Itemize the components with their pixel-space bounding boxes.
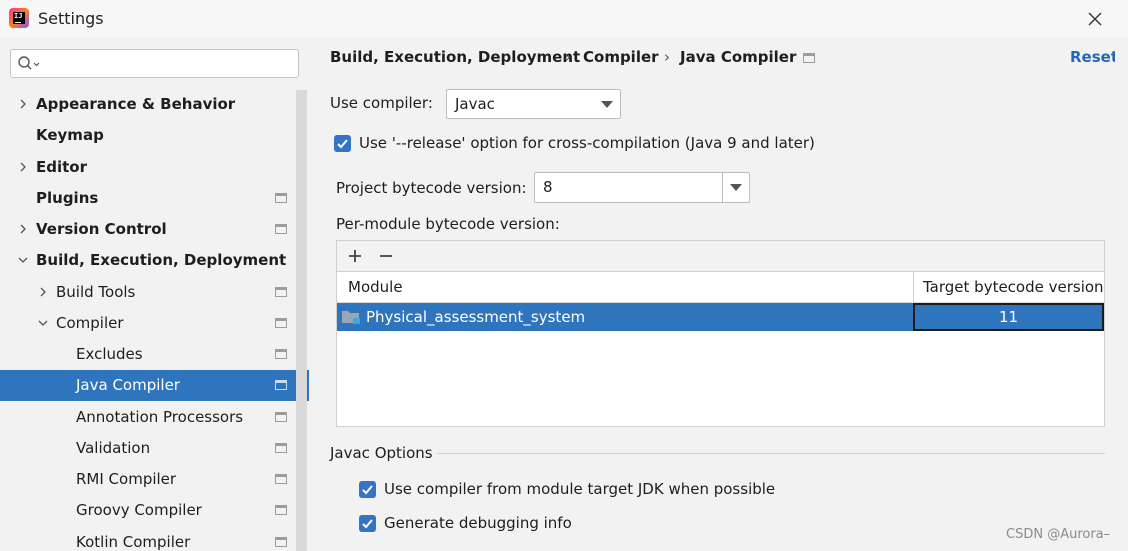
- sidebar-item-label: Kotlin Compiler: [76, 533, 191, 551]
- sidebar-item-kotlin-compiler[interactable]: Kotlin Compiler: [0, 527, 296, 551]
- sidebar-item-label: Annotation Processors: [76, 408, 244, 426]
- sidebar-item-label: Compiler: [56, 314, 124, 332]
- sidebar-item-java-compiler[interactable]: Java Compiler: [0, 370, 309, 401]
- add-icon[interactable]: [345, 246, 365, 266]
- breadcrumb-item[interactable]: Compiler: [583, 48, 659, 66]
- sidebar-item-label: RMI Compiler: [76, 470, 177, 488]
- settings-sidebar: Appearance & Behavior Keymap Editor Plug…: [0, 38, 309, 551]
- module-name-cell[interactable]: Physical_assessment_system: [366, 303, 585, 331]
- sidebar-item-plugins[interactable]: Plugins: [0, 183, 296, 214]
- sidebar-item-label: Build Tools: [56, 283, 136, 301]
- use-module-jdk-label: Use compiler from module target JDK when…: [384, 480, 776, 498]
- sidebar-scrollbar[interactable]: [296, 90, 307, 551]
- combo-divider: [722, 173, 723, 202]
- checkbox-checked-icon[interactable]: [359, 515, 376, 532]
- close-icon: [1088, 12, 1102, 26]
- content-scrollbar[interactable]: [1115, 38, 1128, 551]
- sidebar-item-version-control[interactable]: Version Control: [0, 214, 296, 245]
- sidebar-item-label: Keymap: [36, 126, 104, 144]
- sidebar-item-build-tools[interactable]: Build Tools: [0, 277, 296, 308]
- breadcrumb-separator: ›: [565, 48, 571, 66]
- chevron-right-icon[interactable]: [18, 224, 28, 234]
- sidebar-item-excludes[interactable]: Excludes: [0, 339, 296, 370]
- sidebar-item-label: Java Compiler: [76, 376, 180, 394]
- checkbox-checked-icon[interactable]: [359, 481, 376, 498]
- window-title: Settings: [38, 9, 104, 28]
- sidebar-item-label: Excludes: [76, 345, 143, 363]
- use-compiler-value: Javac: [455, 95, 495, 113]
- settings-content: Build, Execution, Deployment › Compiler …: [309, 38, 1128, 551]
- target-bytecode-cell[interactable]: 11: [913, 303, 1104, 331]
- project-bytecode-label: Project bytecode version:: [336, 179, 527, 197]
- search-input[interactable]: [45, 53, 295, 74]
- sidebar-item-label: Plugins: [36, 189, 99, 207]
- sidebar-item-label: Appearance & Behavior: [36, 95, 236, 113]
- checkbox-checked-icon[interactable]: [334, 135, 351, 152]
- debug-info-label: Generate debugging info: [384, 514, 572, 532]
- sidebar-item-validation[interactable]: Validation: [0, 433, 296, 464]
- project-settings-icon: [275, 443, 287, 453]
- sidebar-item-build-execution-deployment[interactable]: Build, Execution, Deployment: [0, 245, 296, 276]
- project-settings-icon: [803, 53, 815, 63]
- project-settings-icon: [275, 537, 287, 547]
- project-settings-icon: [275, 505, 287, 515]
- sidebar-item-label: Editor: [36, 158, 87, 176]
- project-settings-icon: [275, 412, 287, 422]
- sidebar-item-annotation-processors[interactable]: Annotation Processors: [0, 402, 296, 433]
- sidebar-item-label: Version Control: [36, 220, 167, 238]
- sidebar-item-appearance-behavior[interactable]: Appearance & Behavior: [0, 89, 296, 120]
- chevron-right-icon[interactable]: [18, 99, 28, 109]
- project-settings-icon: [275, 224, 287, 234]
- table-header: Module Target bytecode version: [337, 272, 1104, 303]
- sidebar-item-rmi-compiler[interactable]: RMI Compiler: [0, 464, 296, 495]
- sidebar-item-label: Validation: [76, 439, 151, 457]
- use-compiler-label: Use compiler:: [330, 94, 433, 112]
- chevron-down-icon[interactable]: [38, 318, 48, 328]
- sidebar-item-label: Build, Execution, Deployment: [36, 251, 287, 269]
- chevron-right-icon[interactable]: [38, 287, 48, 297]
- project-settings-icon: [275, 287, 287, 297]
- column-divider[interactable]: [913, 272, 914, 302]
- project-settings-icon: [275, 380, 287, 390]
- title-bar: IJ Settings: [0, 0, 1128, 38]
- column-header-module[interactable]: Module: [348, 272, 403, 302]
- table-row[interactable]: Physical_assessment_system 11: [337, 303, 1104, 331]
- search-icon: [18, 56, 40, 70]
- project-settings-icon: [275, 318, 287, 328]
- sidebar-item-groovy-compiler[interactable]: Groovy Compiler: [0, 495, 296, 526]
- sidebar-item-label: Groovy Compiler: [76, 501, 202, 519]
- close-button[interactable]: [1082, 7, 1108, 31]
- breadcrumb-item[interactable]: Build, Execution, Deployment: [330, 48, 580, 66]
- reset-link[interactable]: Reset: [1070, 48, 1118, 66]
- use-compiler-dropdown[interactable]: Javac: [446, 89, 621, 119]
- breadcrumb-item-current: Java Compiler: [680, 48, 797, 66]
- watermark-text: CSDN @Aurora–: [1006, 527, 1111, 542]
- breadcrumb-separator: ›: [664, 48, 670, 66]
- project-bytecode-value: 8: [543, 178, 553, 196]
- per-module-label: Per-module bytecode version:: [336, 215, 560, 233]
- sidebar-item-keymap[interactable]: Keymap: [0, 120, 296, 151]
- search-field[interactable]: [10, 49, 299, 78]
- sidebar-item-compiler[interactable]: Compiler: [0, 308, 296, 339]
- chevron-right-icon[interactable]: [18, 162, 28, 172]
- project-settings-icon: [275, 349, 287, 359]
- project-bytecode-combo[interactable]: 8: [534, 172, 750, 203]
- intellij-app-icon: IJ: [9, 8, 29, 28]
- section-divider: [437, 453, 1105, 454]
- javac-options-title: Javac Options: [330, 444, 433, 462]
- chevron-down-icon[interactable]: [18, 255, 28, 265]
- project-settings-icon: [275, 474, 287, 484]
- table-toolbar: [337, 241, 1104, 272]
- column-header-target-bytecode[interactable]: Target bytecode version: [923, 272, 1104, 302]
- dropdown-arrow-icon[interactable]: [730, 184, 742, 191]
- sidebar-item-editor[interactable]: Editor: [0, 152, 296, 183]
- module-folder-icon: [342, 311, 360, 324]
- remove-icon[interactable]: [376, 246, 396, 266]
- dropdown-arrow-icon: [601, 101, 613, 108]
- per-module-table: Module Target bytecode version Physical_…: [336, 240, 1105, 427]
- release-option-label: Use '--release' option for cross-compila…: [359, 134, 815, 152]
- project-settings-icon: [275, 193, 287, 203]
